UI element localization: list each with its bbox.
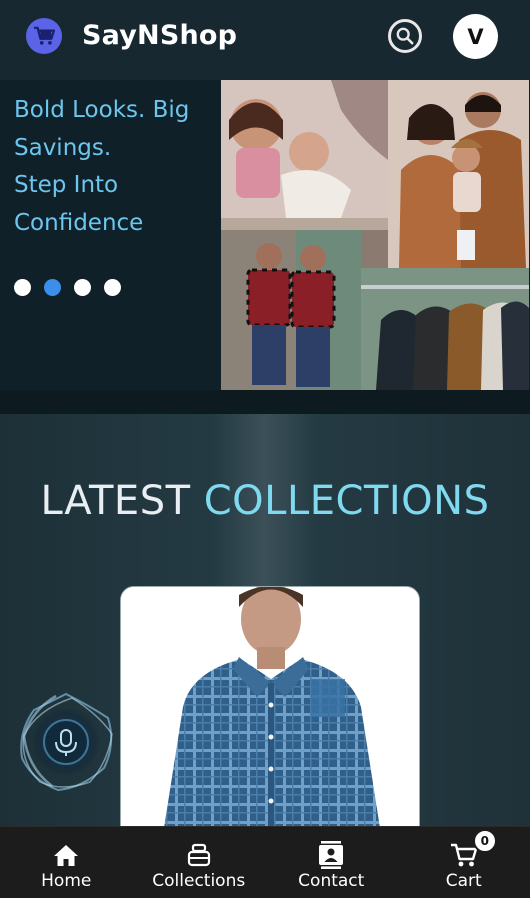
carousel-dots [14, 279, 121, 296]
hero-headline-line: Step Into [14, 172, 119, 198]
bottom-nav: Home Collections Contact Cart 0 [0, 826, 530, 898]
hero-headline-line: Savings. [14, 134, 112, 161]
carousel-dot[interactable] [14, 279, 31, 296]
brand-name[interactable]: SayNShop [82, 20, 237, 51]
section-title-part2: COLLECTIONS [203, 478, 490, 524]
carousel-dot[interactable] [74, 279, 91, 296]
hero-headline-line: Confidence [14, 209, 144, 236]
contact-icon [318, 840, 344, 869]
latest-collections-section: LATEST COLLECTIONS [0, 414, 530, 846]
section-title: LATEST COLLECTIONS [0, 478, 530, 524]
nav-label: Collections [152, 871, 246, 891]
collections-icon [186, 841, 212, 868]
nav-label: Cart [445, 871, 482, 891]
product-card[interactable] [120, 586, 420, 846]
hero-image[interactable] [221, 80, 529, 390]
carousel-dot[interactable] [104, 279, 121, 296]
user-avatar[interactable]: V [453, 14, 498, 59]
hero-headline-line: Bold Looks. Big [14, 97, 190, 123]
nav-item-cart[interactable]: Cart 0 [404, 827, 524, 891]
logo-cart-icon[interactable] [26, 18, 62, 54]
hero-carousel: Bold Looks. Big Savings. Step Into Confi… [0, 80, 530, 414]
nav-item-home[interactable]: Home [6, 827, 126, 891]
cart-count-badge: 0 [472, 829, 497, 853]
voice-search-button[interactable] [12, 688, 120, 796]
search-button[interactable] [388, 19, 422, 53]
app-header: SayNShop V [0, 0, 530, 80]
nav-item-collections[interactable]: Collections [139, 827, 259, 891]
product-image [121, 587, 419, 845]
hero-headline: Bold Looks. Big Savings. Step Into Confi… [14, 92, 214, 242]
search-icon [396, 27, 414, 45]
home-icon [53, 841, 79, 868]
hero-divider [0, 390, 530, 414]
section-title-part1: LATEST [40, 478, 191, 524]
nav-label: Home [41, 871, 92, 891]
nav-item-contact[interactable]: Contact [271, 827, 391, 891]
nav-label: Contact [298, 871, 365, 891]
carousel-dot-active[interactable] [44, 279, 61, 296]
